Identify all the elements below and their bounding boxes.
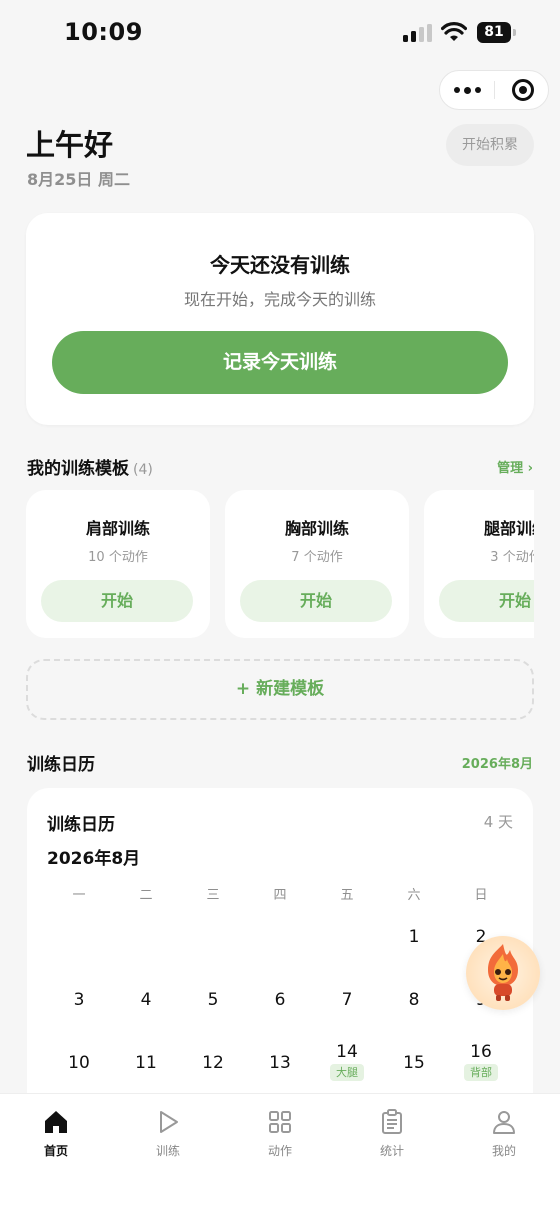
manage-templates-link[interactable]: 管理 › [497,457,533,476]
tab-label: 训练 [155,1144,180,1158]
template-start-button[interactable]: 开始 [439,580,534,622]
template-exercise-count: 7 个动作 [291,550,343,565]
start-accumulate-button[interactable]: 开始积累 [446,124,534,166]
calendar-day[interactable]: 13 [247,1053,313,1073]
clipboard-icon [382,1109,402,1134]
templates-title: 我的训练模板 [27,459,129,479]
weekday-label: 五 [340,888,354,903]
calendar-month: 2026年8月 [47,849,141,869]
training-tag: 背部 [464,1064,498,1081]
templates-section-title: 我的训练模板 (4) [27,454,153,479]
battery-icon: 81 [477,22,516,43]
calendar-day[interactable]: 5 [180,990,246,1010]
tab-label: 统计 [379,1144,404,1158]
current-date: 8月25日 周二 [27,170,130,189]
user-icon [493,1111,515,1134]
calendar-title: 训练日历 [47,815,115,835]
more-options-icon[interactable] [440,71,494,109]
play-icon [160,1111,178,1133]
calendar-day[interactable]: 16 [448,1042,514,1062]
template-name: 胸部训练 [284,519,349,538]
weekday-label: 四 [273,888,287,903]
weekday-label: 三 [206,888,220,903]
template-start-button[interactable]: 开始 [41,580,193,622]
template-name: 肩部训练 [85,519,150,538]
flame-mascot-icon [488,944,518,1001]
templates-carousel[interactable]: 肩部训练 10 个动作 开始 胸部训练 7 个动作 开始 腿部训练 3 个动作 … [26,490,534,640]
tab-exercises[interactable]: 动作 [240,1108,320,1159]
miniprogram-capsule [439,70,549,110]
cellular-signal-icon [403,24,433,42]
weekday-label: 日 [474,888,488,903]
new-template-button[interactable]: + 新建模板 [26,659,534,720]
training-days-count: 4 天 [483,813,513,831]
template-name: 腿部训练 [483,519,534,538]
calendar-day[interactable]: 4 [113,990,179,1010]
calendar-day[interactable]: 15 [381,1053,447,1073]
template-card[interactable]: 肩部训练 10 个动作 开始 [26,490,210,638]
calendar-month-link[interactable]: 2026年8月 [462,753,533,772]
record-training-button[interactable]: 记录今天训练 [52,331,508,394]
capsule-divider [494,81,495,99]
template-exercise-count: 10 个动作 [88,550,148,565]
close-target-icon[interactable] [512,79,534,101]
tab-label: 首页 [43,1144,68,1158]
home-icon [45,1111,67,1133]
grid-icon [269,1111,291,1133]
training-tag: 大腿 [330,1064,364,1081]
tab-home[interactable]: 首页 [16,1108,96,1159]
calendar-day[interactable]: 6 [247,990,313,1010]
tab-profile[interactable]: 我的 [464,1108,544,1159]
calendar-day[interactable]: 12 [180,1053,246,1073]
calendar-day[interactable]: 1 [381,927,447,947]
weekday-label: 二 [139,888,153,903]
template-start-button[interactable]: 开始 [240,580,392,622]
template-card[interactable]: 胸部训练 7 个动作 开始 [225,490,409,638]
calendar-day[interactable]: 8 [381,990,447,1010]
today-card-title: 今天还没有训练 [210,253,350,277]
tab-training[interactable]: 训练 [128,1108,208,1159]
weekday-label: 六 [407,888,421,903]
status-bar: 10:09 81 [0,0,560,66]
tab-label: 我的 [491,1144,516,1158]
template-card[interactable]: 腿部训练 3 个动作 开始 [424,490,534,638]
today-training-card: 今天还没有训练 现在开始，完成今天的训练 记录今天训练 [26,213,534,425]
tab-stats[interactable]: 统计 [352,1108,432,1159]
today-card-subtitle: 现在开始，完成今天的训练 [183,290,376,309]
calendar-day[interactable]: 10 [46,1053,112,1073]
calendar-day[interactable]: 11 [113,1053,179,1073]
status-time: 10:09 [64,18,143,46]
calendar-day[interactable]: 7 [314,990,380,1010]
template-exercise-count: 3 个动作 [490,550,534,565]
calendar-day[interactable]: 3 [46,990,112,1010]
bottom-tab-bar: 首页 训练 动作 统计 我的 [0,1093,560,1211]
mascot-assistant-button[interactable] [466,936,540,1010]
tab-label: 动作 [267,1144,292,1158]
templates-count: (4) [133,462,153,478]
calendar-section-title: 训练日历 [27,755,95,775]
greeting-title: 上午好 [26,128,114,162]
calendar-day[interactable]: 14 [314,1042,380,1062]
weekday-label: 一 [72,888,86,903]
wifi-icon [441,22,467,41]
